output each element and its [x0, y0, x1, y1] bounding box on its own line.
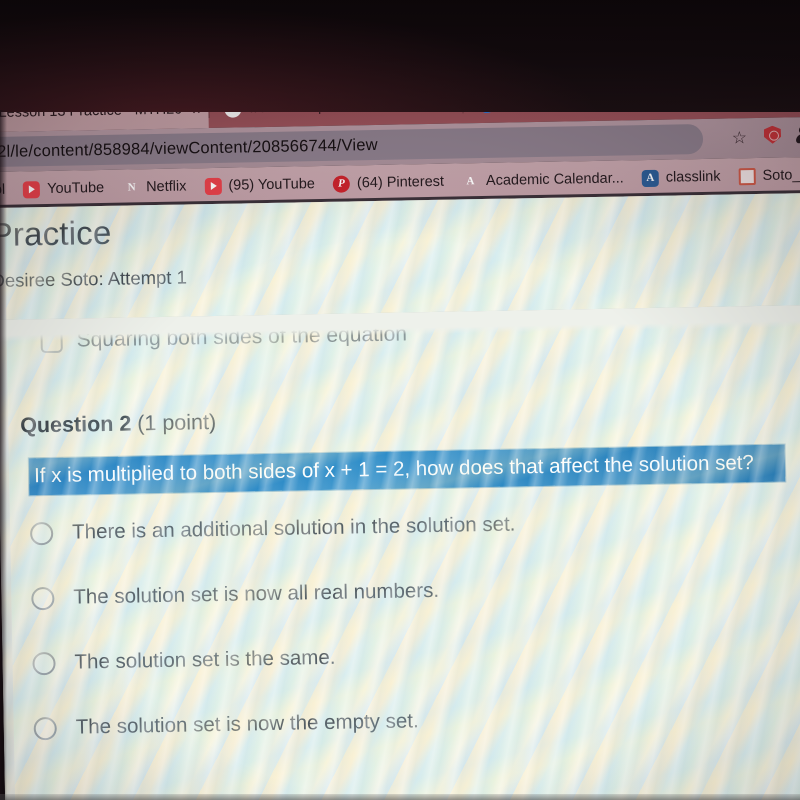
radio-button-icon[interactable]	[29, 521, 54, 545]
monitor-bottom-edge	[0, 794, 800, 800]
radio-button-icon[interactable]	[32, 651, 56, 675]
bookmark-label: Netflix	[145, 178, 187, 196]
photo-of-monitor: 1 Lesson 13 Practice - MTH207 × G If x i…	[0, 0, 800, 800]
bookmark-item-youtube[interactable]: YouTube	[14, 179, 113, 198]
bookmark-label: YouTube	[47, 179, 105, 198]
bookmark-item-classlink[interactable]: A classlink	[633, 168, 730, 187]
radio-button-icon[interactable]	[31, 586, 55, 610]
bookmark-label: Academic Calendar...	[485, 170, 624, 189]
page-left-gutter	[0, 207, 16, 800]
pinterest-icon: P	[332, 174, 351, 193]
bookmark-item-netflix[interactable]: N Netflix	[113, 178, 196, 197]
monitor-screen: 1 Lesson 13 Practice - MTH207 × G If x i…	[0, 72, 800, 800]
bookmark-item-0[interactable]: ol	[0, 182, 14, 198]
attempt-subtitle: Desiree Soto: Attempt 1	[0, 266, 188, 292]
radio-button-icon[interactable]	[33, 716, 57, 740]
answer-option-2[interactable]: The solution set is now all real numbers…	[31, 579, 439, 610]
youtube-icon	[23, 180, 41, 198]
answer-option-4-label: The solution set is now the empty set.	[75, 709, 419, 739]
adblock-shield-icon[interactable]	[764, 126, 781, 144]
question-points: (1 point)	[137, 409, 217, 436]
answer-option-4[interactable]: The solution set is now the empty set.	[33, 709, 419, 740]
bookmark-item-pinterest[interactable]: P (64) Pinterest	[324, 173, 453, 193]
bookmark-label: Soto_Desiree_Po	[762, 165, 800, 184]
bookmark-item-youtube-95[interactable]: (95) YouTube	[195, 175, 324, 195]
bookmark-label: (64) Pinterest	[356, 173, 445, 192]
answer-option-1-label: There is an additional solution in the s…	[71, 512, 516, 544]
bookmark-item-academic-calendar[interactable]: A Academic Calendar...	[453, 170, 633, 190]
bookmark-label: (95) YouTube	[228, 176, 316, 194]
address-bar-url: 2l/le/content/858984/viewContent/2085667…	[0, 135, 378, 161]
question-heading: Question 2 (1 point)	[20, 410, 216, 439]
omnibox-extension-icons	[764, 125, 800, 144]
answer-option-2-label: The solution set is now all real numbers…	[73, 578, 440, 609]
bookmark-star-icon[interactable]: ☆	[732, 128, 748, 148]
bookmark-item-soto-desiree[interactable]: Soto_Desiree_Po	[729, 165, 800, 185]
answer-option-3-label: The solution set is the same.	[74, 645, 336, 674]
quiz-page-content: Practice Desiree Soto: Attempt 1 Squarin…	[0, 192, 800, 800]
classlink-icon: A	[641, 169, 659, 187]
bookmark-label: ol	[0, 181, 6, 198]
profile-avatar-icon[interactable]	[795, 126, 800, 143]
monitor-bezel-top	[0, 0, 800, 112]
academic-calendar-icon: A	[466, 175, 475, 188]
answer-option-3[interactable]: The solution set is the same.	[32, 645, 336, 676]
bookmark-label: classlink	[665, 168, 721, 186]
answer-option-1[interactable]: There is an additional solution in the s…	[29, 512, 516, 545]
question-text-highlighted: If x is multiplied to both sides of x + …	[28, 444, 786, 496]
netflix-icon: N	[127, 181, 134, 194]
page-title: Practice	[0, 213, 112, 254]
document-icon	[738, 167, 756, 185]
youtube-icon	[204, 177, 222, 195]
question-number: Question 2	[19, 411, 132, 438]
